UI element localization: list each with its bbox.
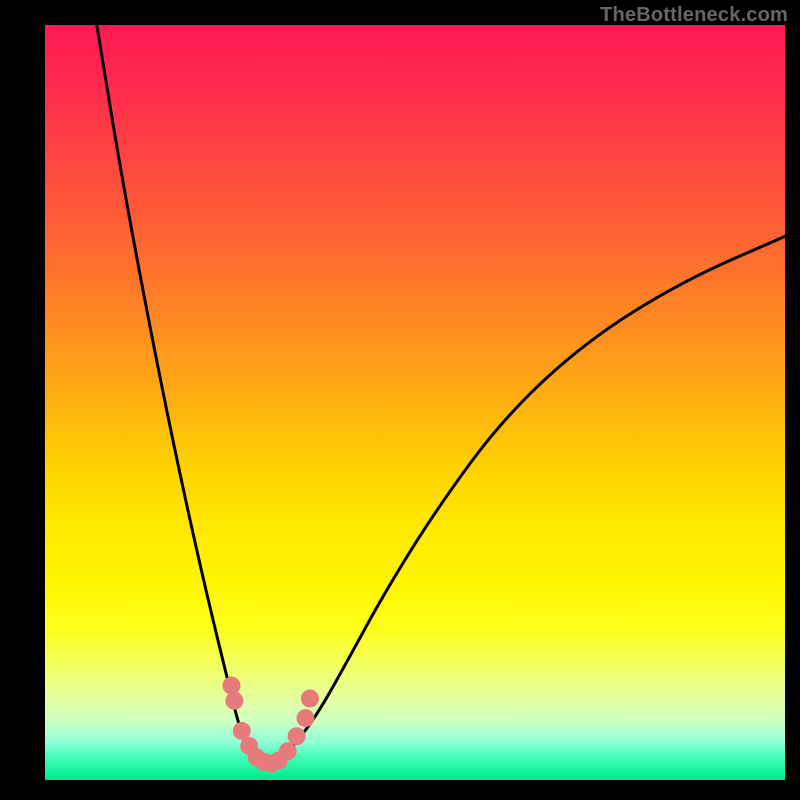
highlight-dots [223,677,319,773]
watermark-text: TheBottleneck.com [600,4,788,27]
highlight-dot [301,690,319,708]
highlight-dot [225,692,243,710]
highlight-dot [297,709,315,727]
highlight-dot [279,742,297,760]
highlight-dot [223,677,241,695]
highlight-dot [288,727,306,745]
bottleneck-curve-path [97,25,785,765]
bottleneck-curve [97,25,785,765]
plot-area [45,25,785,780]
chart-frame: TheBottleneck.com [0,0,800,800]
curve-layer [45,25,785,780]
